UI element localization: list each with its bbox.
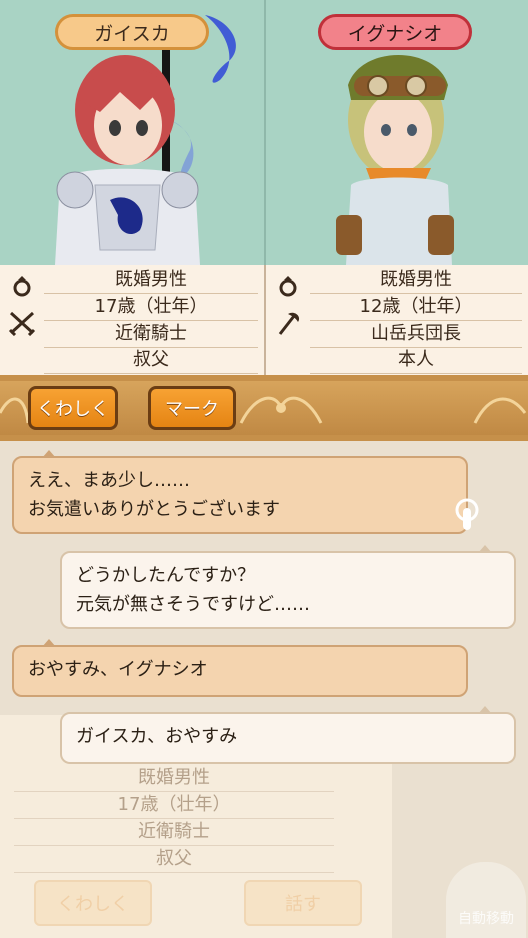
ornament-flourish [0,397,30,424]
dialogue-line: ガイスカ、おやすみ [76,726,238,747]
occupation: 山岳兵団長 [310,321,522,348]
ornament-flourish [239,396,323,424]
character-name-right: イグナシオ [318,14,472,50]
marital-status: 既婚男性 [310,267,522,294]
bubble-tail [42,639,56,647]
character-name-left: ガイスカ [55,14,209,50]
ring-icon [272,273,304,299]
bg-row: 叔父 [14,846,334,873]
bg-talk-button: 話す [244,880,362,926]
axe-icon [272,310,304,336]
dialogue-bubble-right: ガイスカ、おやすみ [60,706,516,764]
age: 12歳（壮年） [310,294,522,321]
mark-button[interactable]: マーク [148,386,236,430]
dialogue-bubble-right: どうかしたんですか？ 元気が無さそうですけど…… [60,545,516,629]
dialogue-line: 元気が無さそうですけど…… [76,594,310,615]
bg-row: 近衛騎士 [14,819,334,846]
relation: 叔父 [44,347,258,374]
bg-row: 17歳（壮年） [14,792,334,819]
dialogue-line: おやすみ、イグナシオ [28,659,208,680]
age: 17歳（壮年） [44,294,258,321]
dialogue-bubble-left: おやすみ、イグナシオ [12,639,468,697]
detail-button[interactable]: くわしく [28,386,118,430]
bubble-tail [478,706,492,714]
dialogue-line: お気遣いありがとうございます [28,499,280,520]
bubble-tail [42,450,56,458]
bg-row: 既婚男性 [14,765,334,792]
info-panel-left: 既婚男性 17歳（壮年） 近衛騎士 叔父 [0,265,264,375]
info-panel-right: 既婚男性 12歳（壮年） 山岳兵団長 本人 [264,265,528,375]
bg-detail-button: くわしく [34,880,152,926]
relation: 本人 [310,347,522,374]
tap-hand-icon [452,498,482,534]
dialogue-line: ええ、まあ少し…… [28,470,190,491]
auto-move-button[interactable]: 自動移動 [446,862,526,938]
ornament-flourish [473,397,527,424]
bubble-tail [478,545,492,553]
marital-status: 既婚男性 [44,267,258,294]
ring-icon [6,273,38,299]
dialogue-bubble-left: ええ、まあ少し…… お気遣いありがとうございます [12,450,468,534]
dialogue-line: どうかしたんですか？ [76,565,256,586]
occupation: 近衛騎士 [44,321,258,348]
crossed-swords-icon [6,310,38,336]
